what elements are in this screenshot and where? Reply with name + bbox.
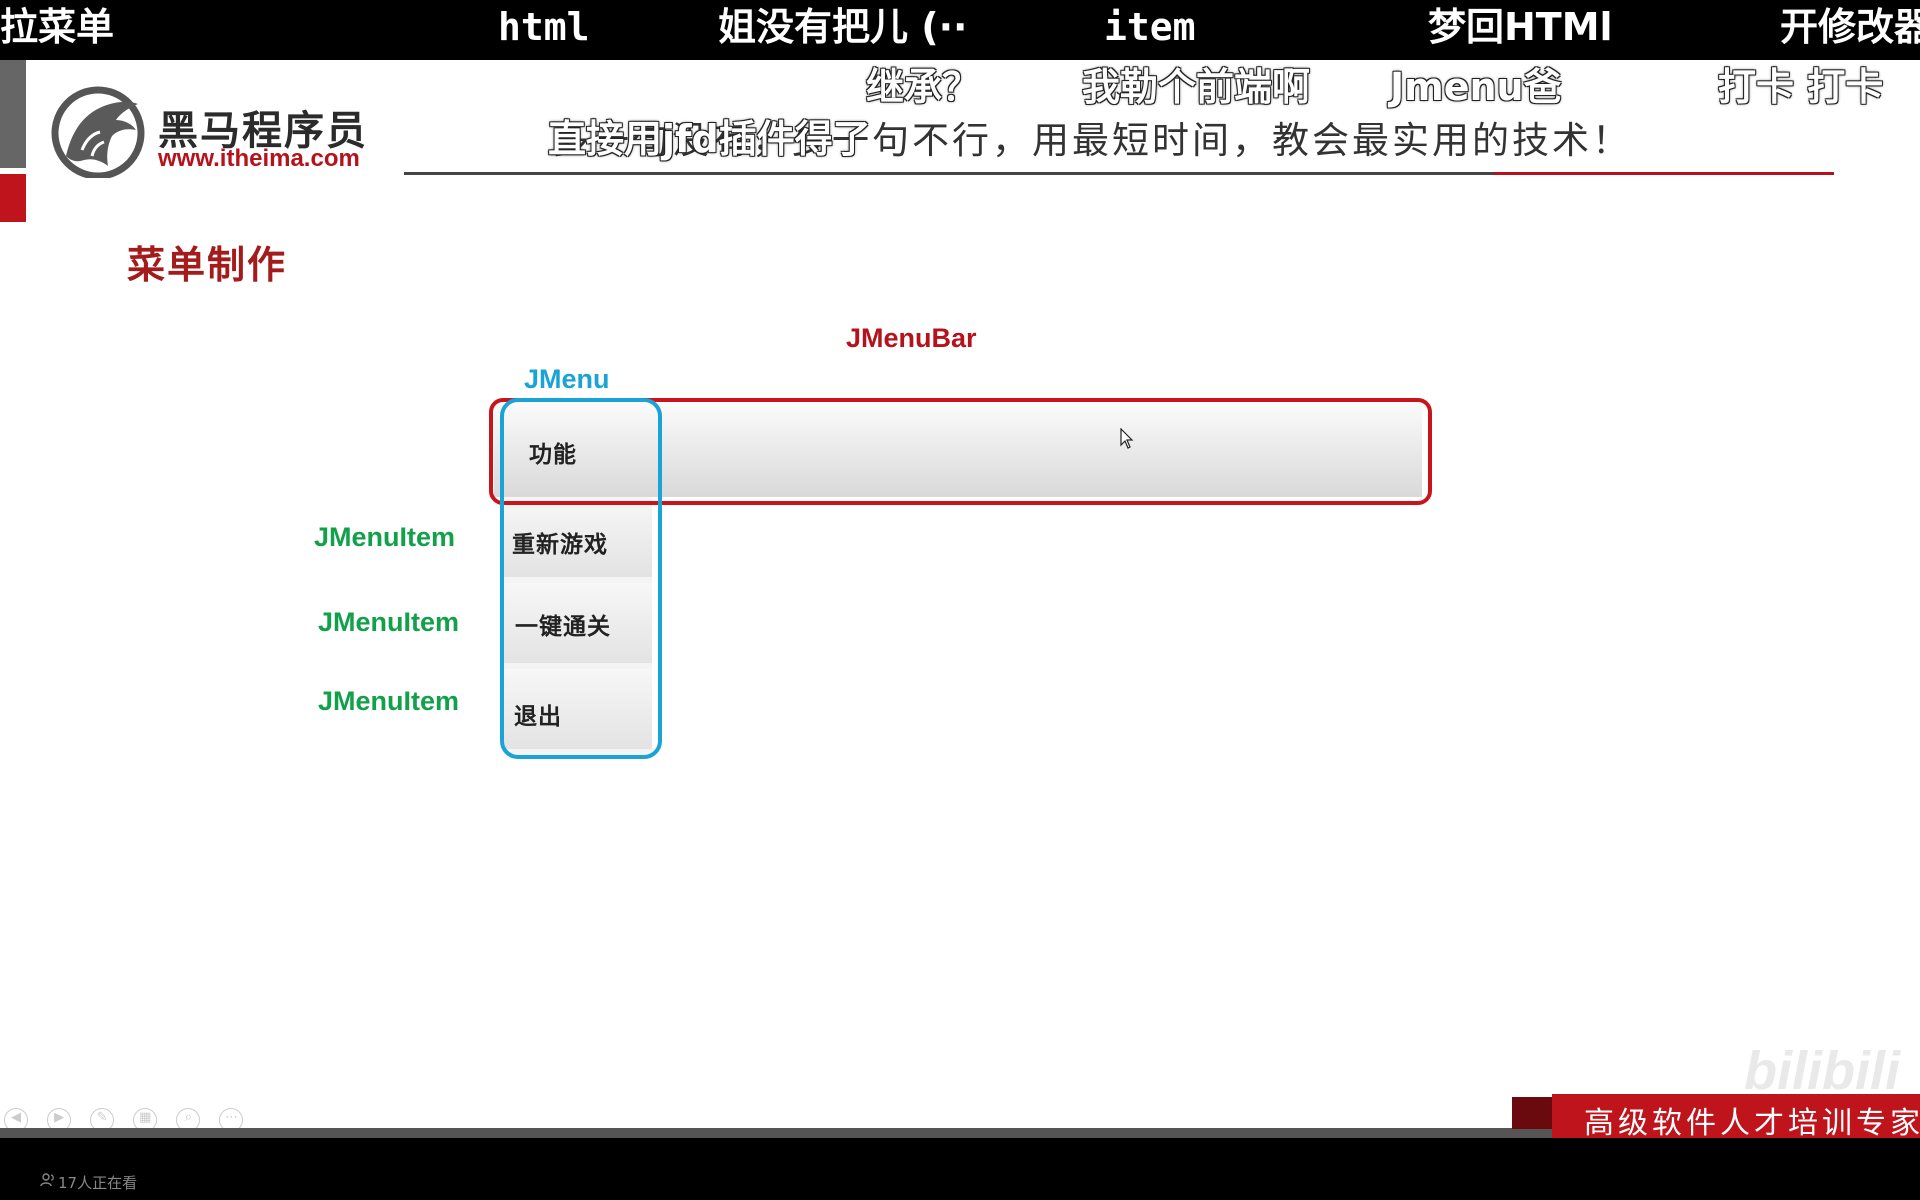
danmaku-comment: 打卡 打卡 — [1718, 65, 1884, 109]
slide-title: 菜单制作 — [127, 243, 288, 287]
itheima-logo-icon — [51, 86, 145, 178]
viewers-icon — [40, 1173, 54, 1187]
jmenuitem-label: JMenuItem — [314, 522, 456, 552]
danmaku-comment: 拉菜单 — [0, 5, 115, 49]
footer-tagline: 高级软件人才培训专家 — [1584, 1106, 1920, 1141]
bilibili-watermark: bilibili — [1744, 1041, 1900, 1101]
danmaku-comment: html — [498, 5, 590, 49]
danmaku-comment: 开修改器 — [1780, 5, 1920, 49]
header-divider — [404, 172, 1494, 175]
left-accent-bar — [0, 60, 26, 168]
danmaku-comment: 姐没有把儿 (·· — [718, 5, 968, 49]
danmaku-comment: 继承？ — [866, 65, 981, 109]
danmaku-comment: 梦回HTMl — [1428, 5, 1613, 49]
cursor-icon — [1120, 428, 1134, 449]
viewer-count: 17人正在看 — [58, 1174, 138, 1192]
jmenu-highlight — [500, 398, 662, 759]
jmenubar-label: JMenuBar — [846, 323, 977, 353]
danmaku-comment: 我勒个前端啊 — [1082, 65, 1311, 109]
danmaku-comment: 直接用jfd插件得了 — [548, 117, 871, 161]
left-accent-bar — [0, 174, 26, 222]
jmenuitem-label: JMenuItem — [318, 607, 460, 637]
header-divider-accent — [1494, 172, 1834, 175]
danmaku-comment: Jmenu爸 — [1390, 65, 1562, 109]
jmenu-label: JMenu — [524, 364, 610, 394]
jmenuitem-label: JMenuItem — [318, 686, 460, 716]
video-bottom-bar — [0, 1138, 1920, 1200]
danmaku-comment: item — [1104, 5, 1196, 49]
brand-url: www.itheima.com — [158, 145, 360, 172]
